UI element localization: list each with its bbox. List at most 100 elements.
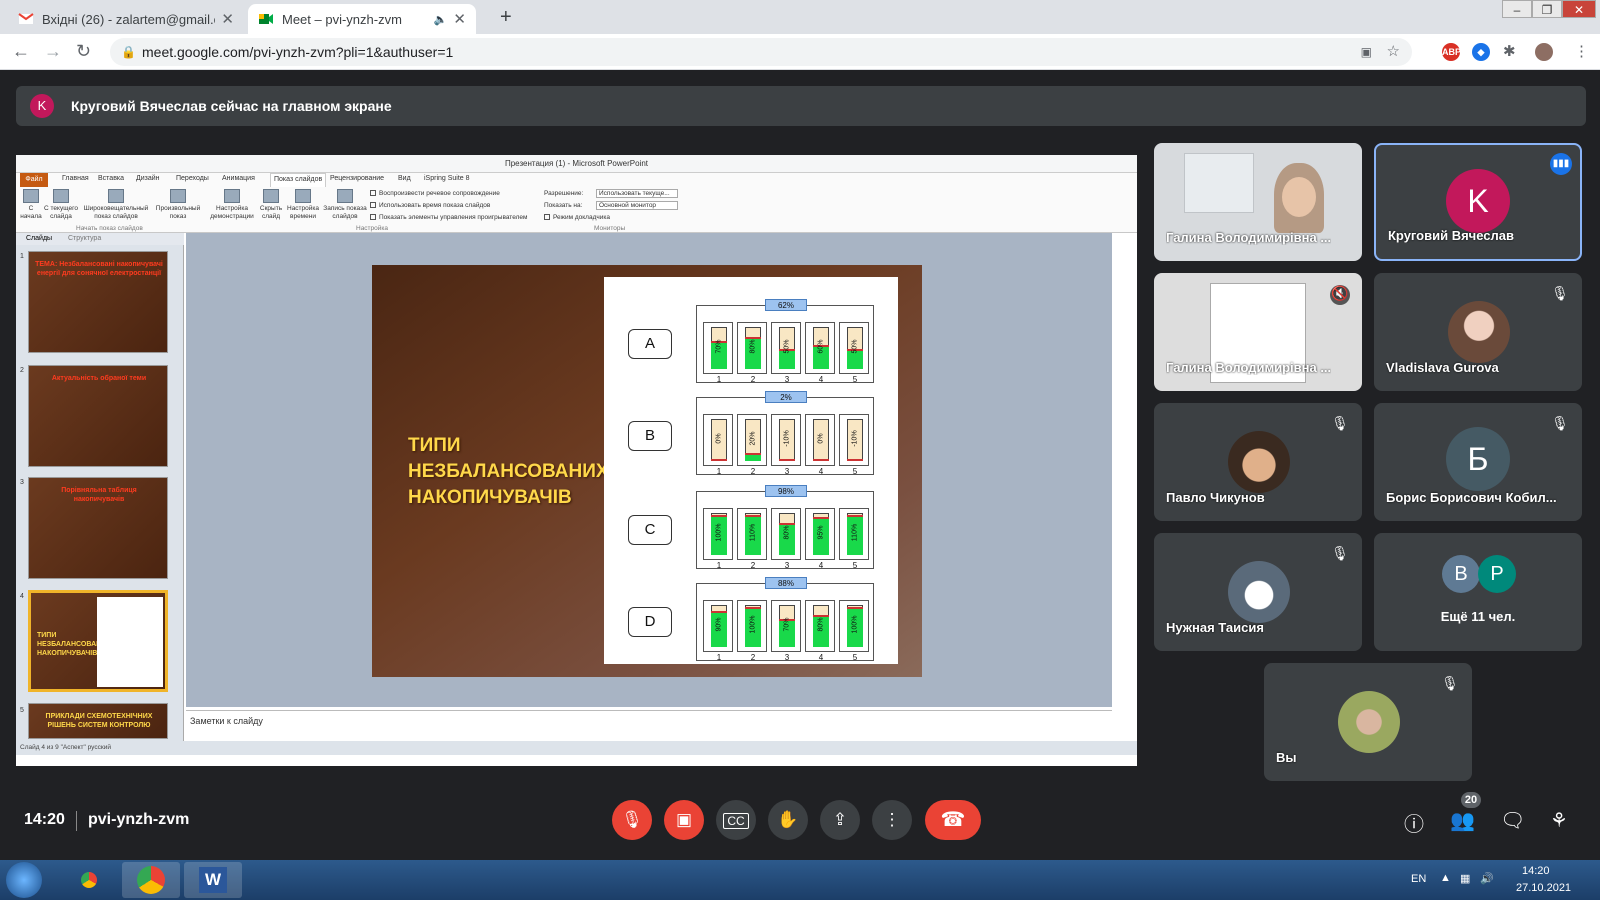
- battery-cell: 70% 3: [771, 600, 801, 662]
- tab-meet[interactable]: Meet – pvi-ynzh-zvm 🔈 ✕: [248, 4, 476, 34]
- participant-tile[interactable]: 🔇 Галина Володимирівна ...: [1154, 273, 1362, 391]
- chrome-menu-icon[interactable]: ⋮: [1574, 42, 1589, 60]
- end-call-button[interactable]: ☎: [925, 800, 981, 840]
- tab-gmail[interactable]: Вхідні (26) - zalartem@gmail.com ✕: [8, 4, 244, 34]
- mic-off-icon: 🎙: [1551, 285, 1569, 301]
- ppt-btn-record: Запись показа слайдов: [322, 189, 368, 221]
- cell-charge-value: 0%: [817, 433, 825, 444]
- battery-cell: 95% 4: [805, 508, 835, 570]
- mic-off-icon: 🎙: [1441, 675, 1459, 691]
- participant-name: Нужная Таисия: [1166, 620, 1264, 635]
- battery-cell: 90% 1: [703, 600, 733, 662]
- cell-number: 4: [818, 653, 824, 662]
- participant-name: Павло Чикунов: [1166, 490, 1265, 505]
- close-tab-icon[interactable]: ✕: [453, 10, 466, 28]
- minimize-icon[interactable]: –: [1502, 0, 1532, 18]
- ppt-tab: iSpring Suite 8: [424, 175, 470, 182]
- taskbar-time: 14:20: [1522, 865, 1550, 877]
- participant-tile[interactable]: 🎙 Vladislava Gurova: [1374, 273, 1582, 391]
- participant-name: Круговий Вячеслав: [1388, 228, 1514, 243]
- ppt-edit-area: ТИПИ НЕЗБАЛАНСОВАНИХ НАКОПИЧУВАЧІВ A 62% 7…: [186, 233, 1112, 707]
- self-tile[interactable]: 🎙 Вы: [1264, 663, 1472, 781]
- present-button[interactable]: ⇪: [820, 800, 860, 840]
- language-indicator[interactable]: EN: [1411, 873, 1426, 885]
- ppt-btn-current: С текущего слайда: [44, 189, 78, 221]
- meet-icon: [258, 11, 274, 27]
- cell-charge-fill: [779, 459, 795, 461]
- raise-hand-button[interactable]: ✋: [768, 800, 808, 840]
- battery-cell: 50% 5: [839, 322, 869, 384]
- participant-avatar: B: [1442, 555, 1480, 593]
- tray-arrow-icon[interactable]: ▲: [1440, 872, 1451, 884]
- ppt-ribbon-tabs: Файл Главная Вставка Дизайн Переходы Ани…: [16, 173, 1137, 187]
- audio-playing-icon[interactable]: 🔈: [434, 13, 448, 26]
- cell-number: 4: [818, 561, 824, 570]
- activities-icon[interactable]: ⚘: [1550, 808, 1568, 833]
- close-window-icon[interactable]: ✕: [1562, 0, 1596, 18]
- cell-number: 5: [852, 375, 858, 384]
- address-bar[interactable]: 🔒 meet.google.com/pvi-ynzh-zvm?pli=1&aut…: [110, 38, 1412, 66]
- cell-number: 2: [750, 561, 756, 570]
- battery-cell: 70% 1: [703, 322, 733, 384]
- taskbar-chrome[interactable]: [60, 862, 118, 898]
- battery-bank: 98% 100% 1 110% 2 80% 3 95% 4 110% 5: [696, 485, 874, 570]
- forward-icon[interactable]: →: [44, 41, 62, 62]
- taskbar-word[interactable]: W: [184, 862, 242, 898]
- participant-tile[interactable]: Галина Володимирівна ...: [1154, 143, 1362, 261]
- cell-number: 1: [716, 653, 722, 662]
- camera-blocked-icon[interactable]: ▣: [1361, 38, 1372, 66]
- battery-cell: 60% 4: [805, 322, 835, 384]
- slide-title-line: НАКОПИЧУВАЧІВ: [408, 487, 572, 508]
- battery-cell: 100% 2: [737, 600, 767, 662]
- more-options-button[interactable]: ⋮: [872, 800, 912, 840]
- participant-avatar: P: [1478, 555, 1516, 593]
- gmail-icon: [18, 11, 34, 27]
- more-participants-tile[interactable]: B P Ещё 11 чел.: [1374, 533, 1582, 651]
- meeting-info-icon[interactable]: ⓘ: [1404, 808, 1424, 837]
- reload-icon[interactable]: ↻: [76, 41, 91, 62]
- participant-tile[interactable]: Б 🎙 Борис Борисович Кобил...: [1374, 403, 1582, 521]
- start-button[interactable]: [6, 862, 42, 898]
- cell-charge-value: 100%: [851, 615, 859, 634]
- participant-tile[interactable]: K ▮▮▮ Круговий Вячеслав: [1374, 143, 1582, 261]
- participant-name: Борис Борисович Кобил...: [1386, 490, 1557, 505]
- extensions-puzzle-icon[interactable]: ✱: [1503, 42, 1516, 60]
- shield-icon[interactable]: ◆: [1472, 43, 1490, 61]
- cell-charge-value: 80%: [783, 525, 791, 540]
- ppt-show-on-value: Основной монитор: [596, 201, 678, 210]
- bank-total-percent: 62%: [765, 299, 807, 311]
- camera-toggle-button[interactable]: ▣: [664, 800, 704, 840]
- chat-icon[interactable]: 🗨: [1500, 808, 1525, 833]
- cell-number: 5: [852, 467, 858, 476]
- ppt-btn-custom: Произвольный показ: [152, 189, 204, 221]
- mic-toggle-button[interactable]: 🎙: [612, 800, 652, 840]
- participant-tile[interactable]: 🎙 Павло Чикунов: [1154, 403, 1362, 521]
- participant-photo: [1448, 301, 1510, 363]
- participant-tile[interactable]: 🎙 Нужная Таисия: [1154, 533, 1362, 651]
- bookmark-star-icon[interactable]: ☆: [1387, 38, 1400, 66]
- participant-photo: [1228, 431, 1290, 493]
- restore-icon[interactable]: ❐: [1532, 0, 1562, 18]
- thumb-title: Актуальність обраної теми: [51, 375, 147, 382]
- back-icon[interactable]: ←: [12, 41, 30, 62]
- thumbnail-1: ТЕМА: Незбалансовані накопичувачі енергі…: [28, 251, 168, 353]
- thumbnail-3: Порівняльна таблиця накопичувачів: [28, 477, 168, 579]
- thumb-title: Порівняльна таблиця накопичувачів: [61, 487, 137, 503]
- people-icon[interactable]: 👥: [1450, 808, 1475, 833]
- network-icon[interactable]: ▦: [1460, 872, 1470, 885]
- captions-button[interactable]: CC: [716, 800, 756, 840]
- camera-off-icon: ▣: [675, 810, 693, 829]
- cell-number: 2: [750, 653, 756, 662]
- cell-charge-value: 80%: [817, 617, 825, 632]
- taskbar-chrome-active[interactable]: [122, 862, 180, 898]
- thumbnail-5: ПРИКЛАДИ СХЕМОТЕХНІЧНИХ РІШЕНЬ СИСТЕМ КО…: [28, 703, 168, 739]
- adblock-icon[interactable]: ABP: [1442, 43, 1461, 61]
- ppt-tab: Вид: [398, 175, 411, 182]
- profile-avatar[interactable]: [1535, 43, 1553, 61]
- new-tab-button[interactable]: +: [500, 6, 512, 29]
- cell-number: 2: [750, 467, 756, 476]
- ppt-btn-timing: Настройка времени: [286, 189, 320, 221]
- close-tab-icon[interactable]: ✕: [221, 10, 234, 28]
- bank-total-percent: 2%: [765, 391, 807, 403]
- volume-icon[interactable]: 🔊: [1480, 872, 1494, 885]
